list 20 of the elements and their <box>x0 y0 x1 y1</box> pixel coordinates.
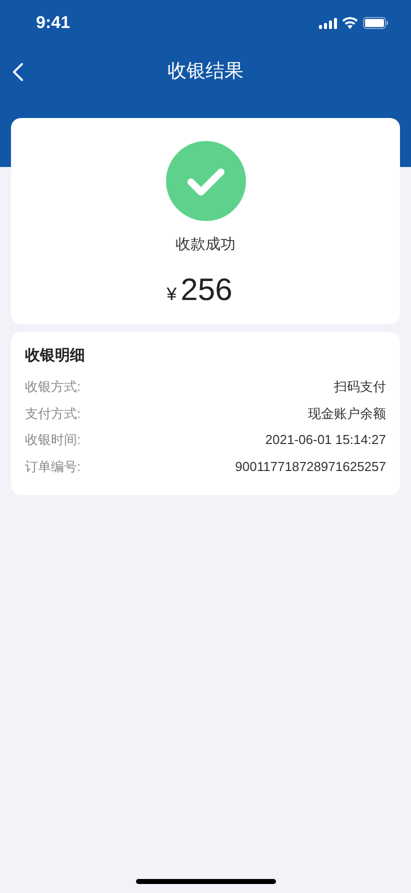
detail-label: 收银方式: <box>25 378 81 396</box>
back-icon <box>12 62 24 82</box>
detail-label: 收银时间: <box>25 431 81 449</box>
result-message: 收款成功 <box>176 235 236 255</box>
signal-icon <box>319 18 337 28</box>
details-title: 收银明细 <box>25 346 86 366</box>
back-button[interactable] <box>10 60 26 84</box>
amount-text: 256 <box>180 270 232 308</box>
wifi-icon <box>342 17 358 29</box>
page-title: 收银结果 <box>168 60 244 84</box>
detail-label: 订单编号: <box>25 458 81 476</box>
currency-symbol: ¥ <box>166 282 177 306</box>
detail-label: 支付方式: <box>25 404 81 422</box>
detail-value: 2021-06-01 15:14:27 <box>265 431 386 449</box>
detail-value: 扫码支付 <box>334 378 386 396</box>
battery-icon <box>363 17 389 29</box>
detail-value: 900117718728971625257 <box>235 458 386 476</box>
status-time: 9:41 <box>36 12 70 34</box>
success-check-icon <box>166 141 246 221</box>
detail-value: 现金账户余额 <box>308 404 386 422</box>
